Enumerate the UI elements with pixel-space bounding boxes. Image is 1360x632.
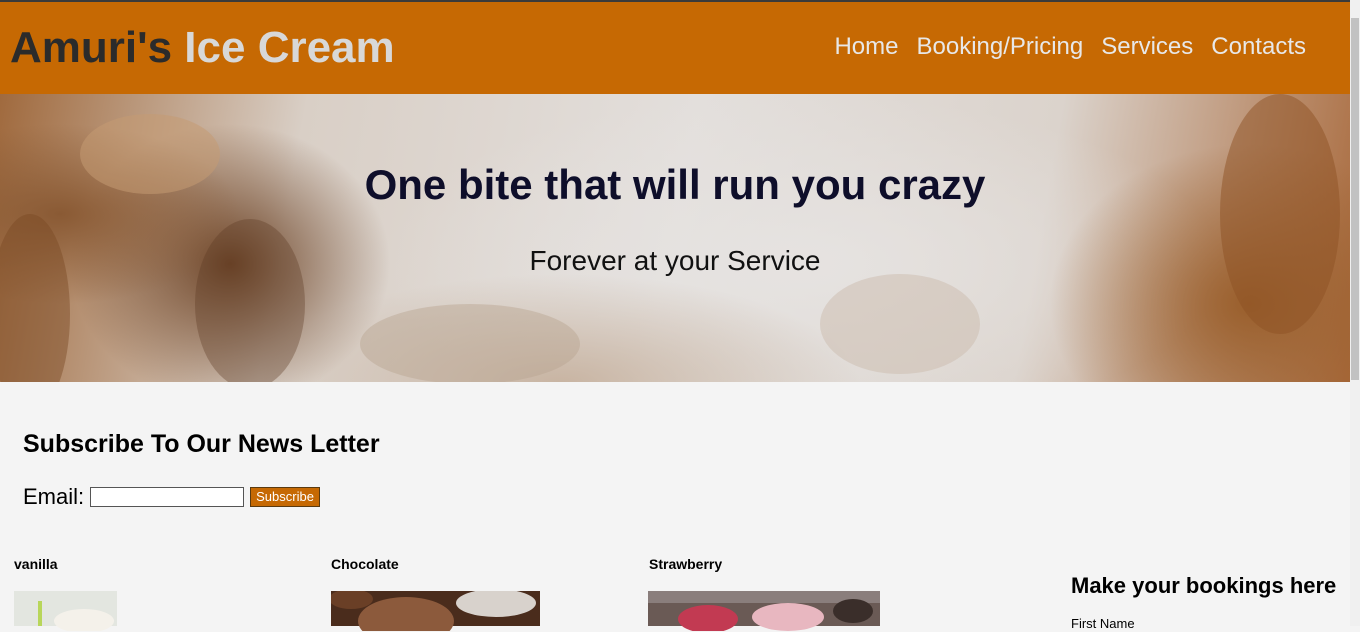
booking-heading: Make your bookings here [1071, 573, 1337, 598]
nav-contacts-link[interactable]: Contacts [1211, 32, 1306, 62]
hero-banner: One bite that will run you crazy Forever… [0, 94, 1350, 382]
site-header: Amuri's Ice Cream Home Booking/Pricing S… [0, 2, 1350, 94]
brand-name-part2: Ice Cream [184, 23, 395, 72]
flavor-name: Strawberry [649, 556, 723, 572]
hero-ice-cream-image [0, 94, 1340, 382]
newsletter-heading: Subscribe To Our News Letter [23, 430, 380, 458]
nav-services-link[interactable]: Services [1101, 32, 1193, 62]
hero-title: One bite that will run you crazy [364, 161, 986, 208]
chocolate-image [331, 591, 540, 631]
flavor-card-chocolate: Chocolate [331, 556, 399, 572]
site-logo[interactable]: Amuri's Ice Cream [10, 22, 395, 74]
email-label: Email: [23, 484, 85, 509]
newsletter-form: Email: Subscribe [23, 484, 320, 510]
first-name-label: First Name [1071, 616, 1135, 631]
strawberry-image [648, 591, 880, 631]
flavor-name: vanilla [14, 556, 58, 572]
brand-name-part1: Amuri's [10, 23, 173, 72]
flavor-card-vanilla: vanilla [14, 556, 58, 572]
hero-subtitle: Forever at your Service [529, 245, 821, 276]
main-nav: Home Booking/Pricing Services Contacts [834, 32, 1306, 62]
page-scrollbar[interactable] [1350, 0, 1360, 626]
nav-booking-pricing-link[interactable]: Booking/Pricing [916, 32, 1083, 62]
flavor-name: Chocolate [331, 556, 399, 572]
email-input[interactable] [90, 487, 245, 507]
scrollbar-thumb[interactable] [1351, 18, 1359, 380]
vanilla-image [14, 591, 117, 631]
flavor-card-strawberry: Strawberry [649, 556, 722, 572]
subscribe-button[interactable]: Subscribe [250, 487, 320, 507]
nav-home-link[interactable]: Home [834, 32, 898, 62]
